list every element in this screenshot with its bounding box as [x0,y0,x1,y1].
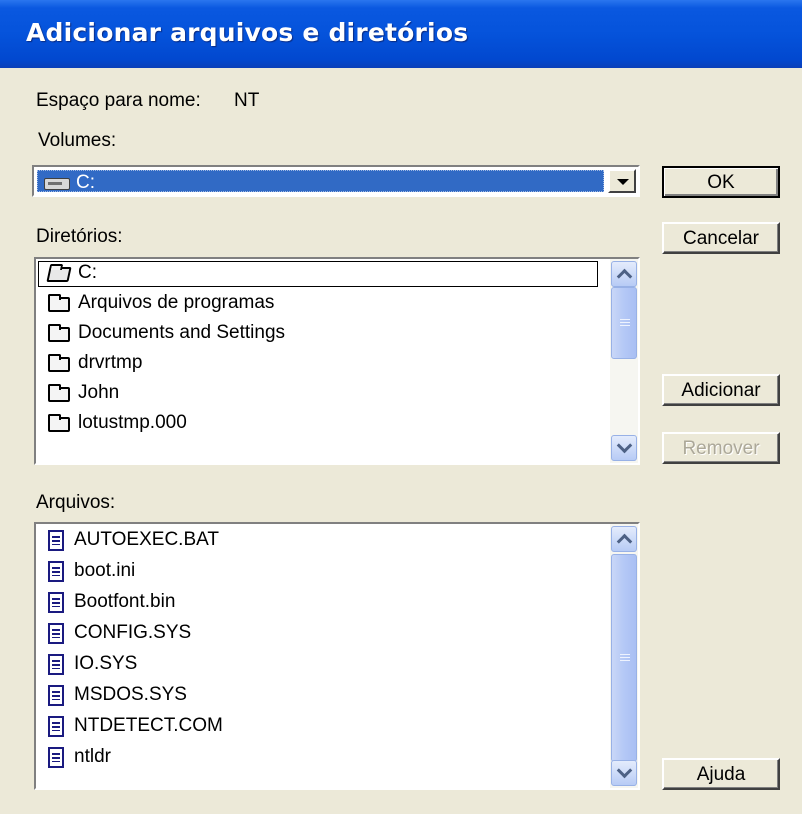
namespace-label: Espaço para nome: [36,90,201,111]
file-item-label: AUTOEXEC.BAT [74,529,219,550]
file-item-label: IO.SYS [74,653,138,674]
file-item[interactable]: CONFIG.SYS [36,619,606,649]
directory-item[interactable]: Documents and Settings [36,319,606,349]
document-icon [48,685,64,706]
directory-item-label: John [78,382,120,403]
volumes-combo[interactable]: C: [32,165,640,197]
files-listbox[interactable]: AUTOEXEC.BAT boot.ini Bootfont.bin CONFIG.S… [34,522,640,790]
add-button[interactable]: Adicionar [662,374,780,406]
files-scrollbar[interactable] [610,524,638,788]
chevron-up-icon [616,268,633,285]
dropdown-arrow-button[interactable] [608,169,636,193]
file-item-label: NTDETECT.COM [74,715,223,736]
drive-icon [44,178,70,190]
namespace-value: NT [234,90,260,111]
folder-icon [48,414,70,432]
focus-rect [38,261,598,287]
files-label: Arquivos: [36,492,116,513]
directory-item[interactable]: drvrtmp [36,349,606,379]
folder-icon [48,384,70,402]
scroll-down-button[interactable] [611,435,637,461]
file-item[interactable]: MSDOS.SYS [36,681,606,711]
volumes-selected-text: C: [76,172,95,193]
document-icon [48,716,64,737]
ok-button[interactable]: OK [662,166,780,198]
file-item-label: ntldr [74,746,111,767]
open-folder-icon [46,267,72,282]
directory-item[interactable]: lotustmp.000 [36,409,606,439]
remove-button: Remover [662,432,780,464]
file-item[interactable]: NTDETECT.COM [36,712,606,742]
document-icon [48,530,64,551]
file-item-label: MSDOS.SYS [74,684,187,705]
file-item[interactable]: ntldr [36,743,606,773]
title-bar[interactable]: Adicionar arquivos e diretórios [0,0,802,68]
volumes-selected-item[interactable]: C: [37,170,604,193]
folder-icon [48,324,70,342]
directories-listbox[interactable]: C: Arquivos de programas Documents and Set… [34,257,640,465]
file-item[interactable]: Bootfont.bin [36,588,606,618]
document-icon [48,623,64,644]
directory-item-selected[interactable]: C: [36,259,606,289]
file-item-label: CONFIG.SYS [74,622,192,643]
folder-icon [48,354,70,372]
document-icon [48,561,64,582]
scroll-up-button[interactable] [611,261,637,287]
scroll-down-button[interactable] [611,760,637,786]
directory-item-label: drvrtmp [78,352,143,373]
directory-item-label: lotustmp.000 [78,412,187,433]
chevron-up-icon [616,533,633,550]
document-icon [48,654,64,675]
directory-item[interactable]: John [36,379,606,409]
grip-icon [620,319,630,328]
cancel-button[interactable]: Cancelar [662,222,780,254]
file-item-label: boot.ini [74,560,136,581]
directory-item-label: Documents and Settings [78,322,286,343]
help-button[interactable]: Ajuda [662,758,780,790]
file-item[interactable]: boot.ini [36,557,606,587]
volumes-label: Volumes: [38,130,117,151]
grip-icon [620,654,630,663]
folder-icon [48,294,70,312]
scroll-thumb[interactable] [611,287,637,359]
chevron-down-icon [616,437,633,454]
directories-scrollbar[interactable] [610,259,638,463]
file-item[interactable]: IO.SYS [36,650,606,680]
scroll-up-button[interactable] [611,526,637,552]
file-item-label: Bootfont.bin [74,591,176,612]
directory-item[interactable]: Arquivos de programas [36,289,606,319]
scroll-thumb[interactable] [611,554,637,762]
document-icon [48,747,64,768]
document-icon [48,592,64,613]
file-item[interactable]: AUTOEXEC.BAT [36,526,606,556]
directory-item-label: Arquivos de programas [78,292,275,313]
directories-label: Diretórios: [36,226,123,247]
directory-item-label: C: [78,262,97,283]
chevron-down-icon [616,762,633,779]
window-title: Adicionar arquivos e diretórios [26,18,469,47]
